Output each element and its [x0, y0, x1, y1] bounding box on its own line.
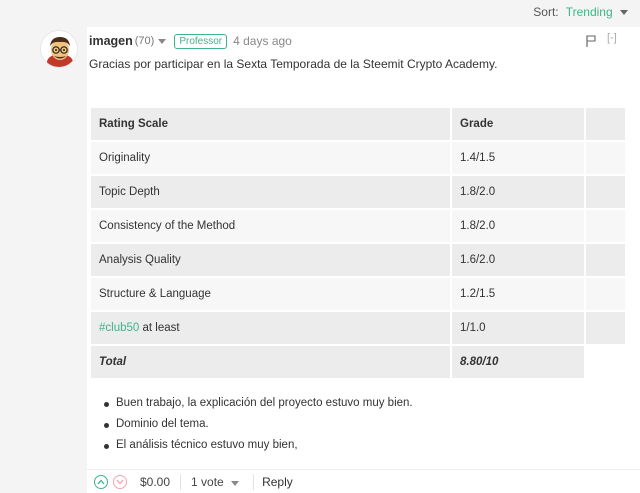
comment-text: Gracias por participar en la Sexta Tempo… [89, 57, 498, 71]
flag-icon[interactable] [586, 34, 596, 47]
author-menu-chevron-icon[interactable] [158, 38, 167, 44]
reputation: (70) [134, 35, 155, 47]
chevron-up-icon [97, 479, 105, 484]
divider [180, 473, 182, 490]
reply-link[interactable]: Reply [262, 475, 293, 489]
sort-dropdown[interactable]: Sort: Trending [533, 5, 628, 19]
sort-label: Sort: [533, 5, 559, 19]
comment-card: imagen (70) Professor 4 days ago [-] Gra… [87, 27, 640, 493]
criterion-grade: 1.4/1.5 [450, 142, 584, 174]
criterion-grade: 1.2/1.5 [450, 278, 584, 310]
header-grade: Grade [450, 108, 584, 140]
criterion-grade: 1.6/2.0 [450, 244, 584, 276]
sort-value[interactable]: Trending [566, 5, 613, 19]
vote-count: 1 vote [191, 474, 224, 489]
table-row: Topic Depth 1.8/2.0 [91, 176, 625, 208]
professor-badge: Professor [174, 33, 228, 49]
criterion-grade: 1/1.0 [450, 312, 584, 344]
collapse-toggle[interactable]: [-] [607, 32, 617, 44]
feedback-list: Buen trabajo, la explicación del proyect… [104, 397, 413, 460]
list-item: El análisis técnico estuvo muy bien, [104, 439, 413, 460]
header-rating-scale: Rating Scale [91, 108, 450, 140]
criterion-label: Originality [91, 142, 450, 174]
voters-dropdown[interactable]: 1 vote [191, 474, 240, 489]
rating-table: Rating Scale Grade Originality 1.4/1.5 T… [91, 106, 625, 380]
sort-bar: Sort: Trending [0, 0, 640, 26]
comment-header: imagen (70) Professor 4 days ago [89, 33, 292, 49]
table-row: Structure & Language 1.2/1.5 [91, 278, 625, 310]
chevron-down-icon [116, 479, 124, 484]
table-row: Consistency of the Method 1.8/2.0 [91, 210, 625, 242]
upvote-button[interactable] [94, 474, 108, 489]
table-row: #club50 at least 1/1.0 [91, 312, 625, 344]
criterion-label: Consistency of the Method [91, 210, 450, 242]
criterion-label: Topic Depth [91, 176, 450, 208]
total-label: Total [91, 346, 450, 378]
chevron-down-icon [231, 480, 240, 486]
table-row: Originality 1.4/1.5 [91, 142, 625, 174]
comment-footer: $0.00 1 vote Reply [87, 469, 640, 493]
criterion-label-club50: #club50 at least [91, 312, 450, 344]
divider [253, 473, 255, 490]
avatar[interactable] [40, 30, 78, 68]
total-grade: 8.80/10 [450, 346, 584, 378]
table-total-row: Total 8.80/10 [91, 346, 625, 378]
downvote-button[interactable] [113, 474, 127, 489]
criterion-label: Structure & Language [91, 278, 450, 310]
table-row: Analysis Quality 1.6/2.0 [91, 244, 625, 276]
payout-value[interactable]: $0.00 [140, 475, 170, 489]
author-link[interactable]: imagen [89, 34, 133, 48]
timestamp-link[interactable]: 4 days ago [233, 34, 292, 48]
criterion-grade: 1.8/2.0 [450, 176, 584, 208]
list-item: Buen trabajo, la explicación del proyect… [104, 397, 413, 418]
criterion-label-suffix: at least [139, 322, 180, 334]
chevron-down-icon[interactable] [620, 10, 628, 16]
table-header-row: Rating Scale Grade [91, 108, 625, 140]
club50-tag-link[interactable]: #club50 [99, 322, 139, 334]
criterion-grade: 1.8/2.0 [450, 210, 584, 242]
list-item: Dominio del tema. [104, 418, 413, 439]
criterion-label: Analysis Quality [91, 244, 450, 276]
